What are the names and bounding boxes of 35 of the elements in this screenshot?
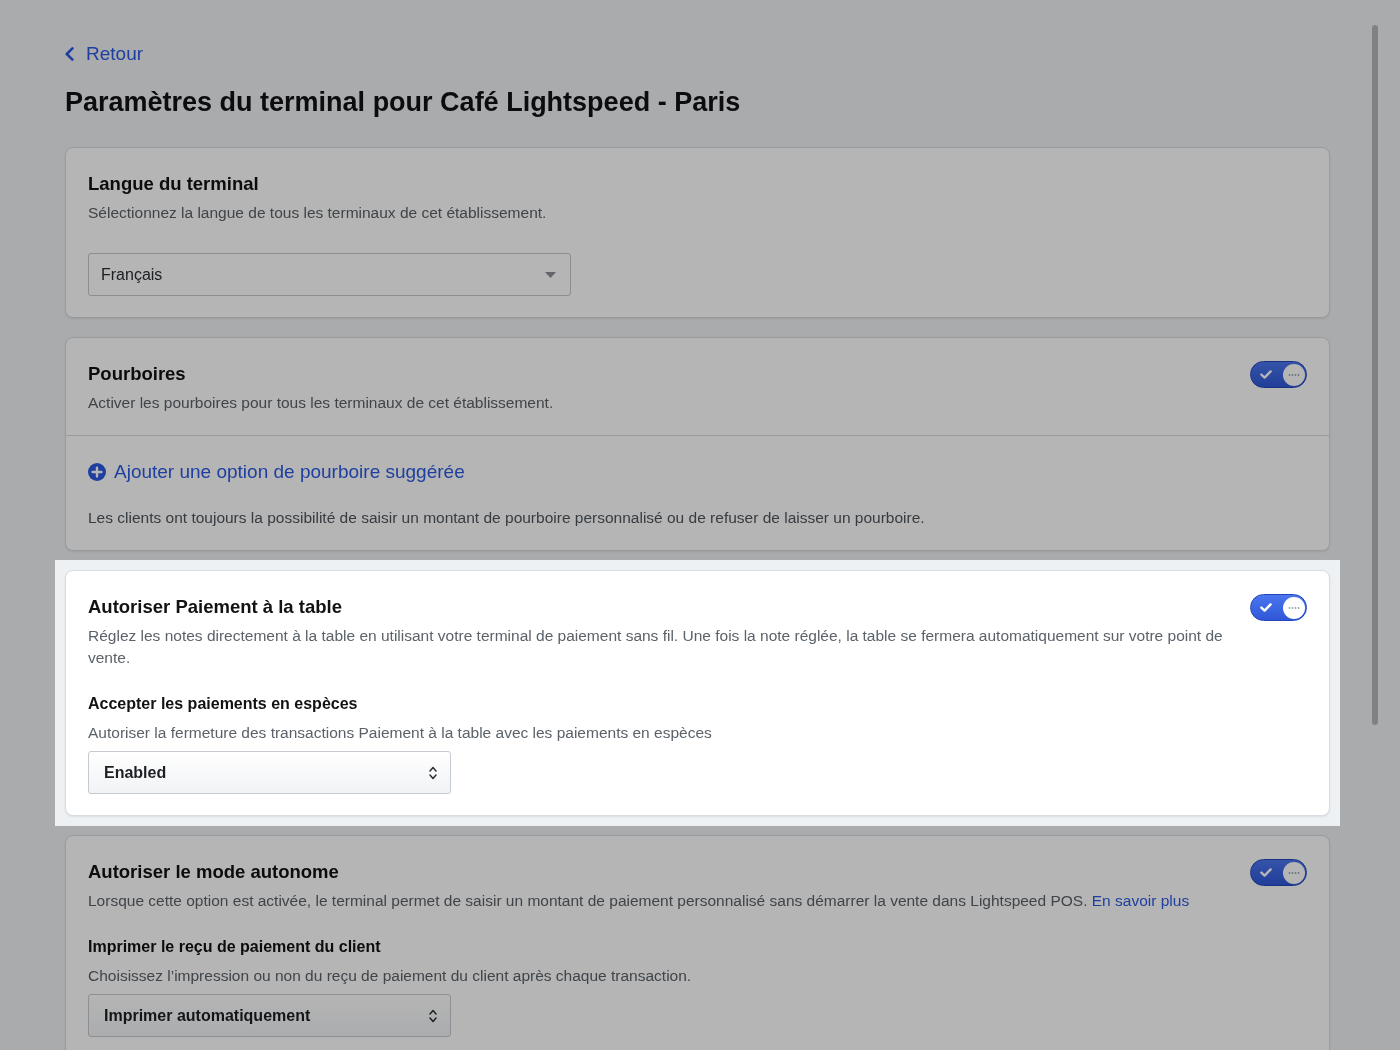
toggle-switch[interactable] (1250, 859, 1307, 886)
toggle-knob[interactable] (1283, 861, 1305, 884)
toggle-switch[interactable] (1250, 594, 1307, 621)
check-icon (1260, 603, 1272, 612)
card-description: Réglez les notes directement à la table en utilisant votre terminal de paiement sans fil. Une fois la note réglée, la table se fermera automatiquement sur votre point de vente. (88, 626, 1224, 668)
card-description: Activer les pourboires pour tous les terminaux de cet établissement. (88, 393, 555, 413)
tip-note: Les clients ont toujours la possibilité de saisir un montant de pourboire personnalisé ou de refuser de laisser un pourboire. (88, 508, 926, 528)
setting-label: Accepter les paiements en espèces (88, 694, 359, 714)
scrollbar-thumb[interactable] (1372, 25, 1378, 725)
back-link[interactable]: Retour (65, 42, 144, 66)
check-icon (1260, 868, 1272, 877)
up-down-chevron-icon (429, 1008, 437, 1023)
card-title: Autoriser le mode autonome (88, 860, 340, 884)
toggle-knob[interactable] (1283, 363, 1305, 386)
page-title: Paramètres du terminal pour Café Lightspeed - Paris (65, 86, 742, 119)
select-field[interactable]: Enabled (88, 751, 451, 794)
card-description: Sélectionnez la langue de tous les terminaux de cet établissement. (88, 203, 548, 223)
card-title: Langue du terminal (88, 172, 260, 196)
up-down-chevron-icon (429, 765, 437, 780)
plus-circle-icon (88, 463, 106, 481)
setting-label: Imprimer le reçu de paiement du client (88, 937, 382, 957)
card-description: Lorsque cette option est activée, le terminal permet de saisir un montant de paiement personnalisé sans démarrer la vente dans Lightspeed POS. En savoir plus (88, 891, 1191, 911)
toggle-knob[interactable] (1283, 596, 1305, 619)
card-title: Autoriser Paiement à la table (88, 595, 343, 619)
check-icon (1260, 370, 1272, 379)
caret-down-icon (545, 271, 556, 278)
chevron-left-icon (65, 47, 74, 61)
setting-description: Choisissez l’impression ou non du reçu de paiement du client après chaque transaction. (88, 966, 693, 986)
learn-more-link[interactable]: En savoir plus (1091, 892, 1190, 909)
dropdown-field[interactable]: Français (88, 253, 571, 296)
setting-description: Autoriser la fermeture des transactions Paiement à la table avec les paiements en espèces (88, 723, 713, 743)
select-field[interactable]: Imprimer automatiquement (88, 994, 451, 1037)
toggle-switch[interactable] (1250, 361, 1307, 388)
card-title: Pourboires (88, 362, 187, 386)
add-tip-option-link[interactable]: Ajouter une option de pourboire suggérée (88, 459, 465, 485)
